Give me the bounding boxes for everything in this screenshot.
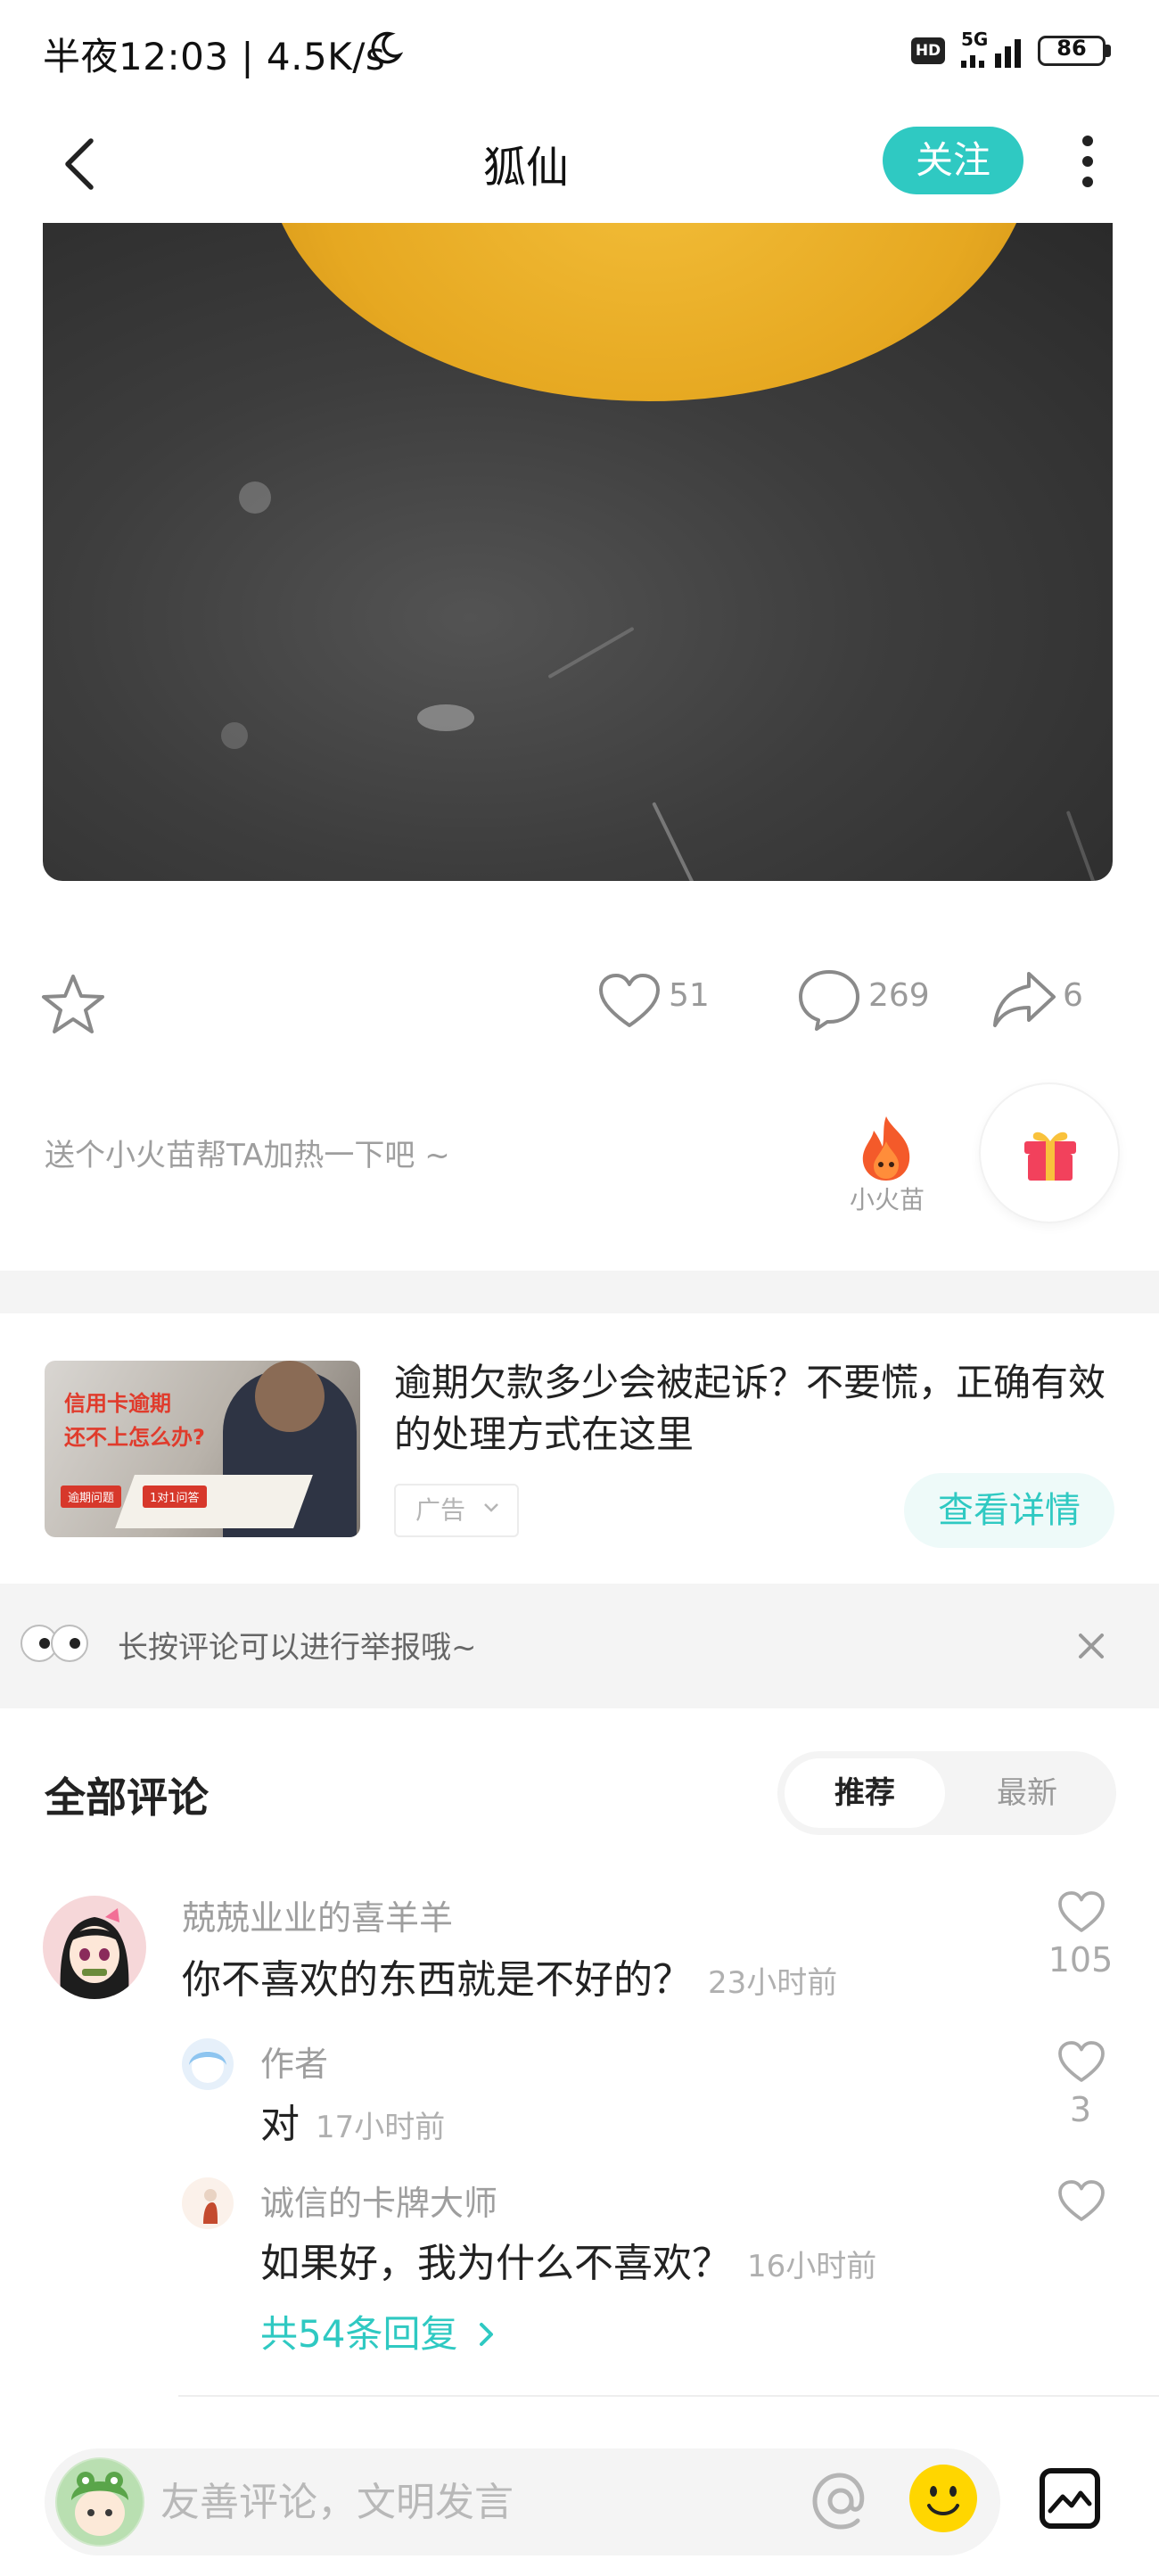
reply-text: 如果好，我为什么不喜欢？ xyxy=(260,2241,731,2286)
nav-bar: 狐仙 关注 xyxy=(0,105,1159,221)
emoji-icon[interactable] xyxy=(908,2463,979,2534)
divider xyxy=(178,2395,1159,2397)
flame-icon[interactable] xyxy=(856,1115,917,1182)
ad-image-chip-1: 逾期问题 xyxy=(61,1486,122,1508)
section-divider xyxy=(0,1271,1159,1313)
boost-prompt: 送个小火苗帮TA加热一下吧 ~ xyxy=(45,1138,450,1173)
ad-image-text-2: 还不上怎么办? xyxy=(64,1425,205,1450)
sort-latest-tab[interactable]: 最新 xyxy=(945,1758,1109,1828)
star-favorite-icon[interactable] xyxy=(39,972,107,1036)
avatar[interactable] xyxy=(182,2038,234,2090)
more-replies-link[interactable]: 共54条回复 xyxy=(260,2304,497,2358)
gift-icon xyxy=(1024,1132,1076,1181)
reply-text: 对 xyxy=(260,2102,300,2147)
post-image[interactable] xyxy=(43,223,1113,881)
signal-icon xyxy=(961,39,1021,68)
post-actions: 51 269 6 xyxy=(0,954,1159,1043)
reply-username[interactable]: 作者 xyxy=(260,2037,328,2086)
comment-text: 你不喜欢的东西就是不好的？ xyxy=(182,1957,692,2003)
reply-body: 对 17小时前 xyxy=(260,2092,445,2149)
reply-time: 16小时前 xyxy=(747,2249,877,2284)
reply-body: 如果好，我为什么不喜欢？ 16小时前 xyxy=(260,2231,876,2288)
food-photo-subject xyxy=(266,223,1032,401)
ad-person-head xyxy=(255,1361,325,1432)
card-master-avatar-icon xyxy=(203,2189,218,2224)
author-avatar-icon xyxy=(189,2051,226,2083)
status-bar: 半夜12:03 | 4.5K/s HD 5G 86 xyxy=(0,0,1159,105)
heart-like-icon[interactable] xyxy=(1057,2179,1106,2222)
ad-image-text-1: 信用卡逾期 xyxy=(64,1391,171,1416)
avatar[interactable] xyxy=(43,1896,146,1999)
anime-girl-avatar-icon xyxy=(60,1908,129,1999)
comment-input[interactable] xyxy=(160,2475,785,2529)
flame-label: 小火苗 xyxy=(849,1185,925,1214)
more-options-icon[interactable] xyxy=(1077,132,1098,191)
comment-time: 23小时前 xyxy=(708,1965,838,2001)
at-mention-icon[interactable] xyxy=(810,2470,872,2532)
image-picker-icon[interactable] xyxy=(1038,2466,1102,2531)
battery-tip xyxy=(1106,45,1111,57)
frog-avatar-icon xyxy=(57,2459,143,2545)
comment-body: 你不喜欢的东西就是不好的？ 23小时前 xyxy=(182,1947,837,2004)
ad-title[interactable]: 逾期欠款多少会被起诉？不要慌，正确有效的处理方式在这里 xyxy=(394,1357,1116,1461)
ad-image-chip-2: 1对1问答 xyxy=(143,1486,207,1508)
heart-like-icon[interactable] xyxy=(597,972,662,1029)
moon-icon xyxy=(371,31,403,64)
report-tip-text: 长按评论可以进行举报哦~ xyxy=(118,1630,477,1666)
avatar[interactable] xyxy=(182,2177,234,2229)
comments-title: 全部评论 xyxy=(45,1774,209,1822)
heart-like-icon[interactable] xyxy=(1057,1890,1106,1933)
reply-time: 17小时前 xyxy=(316,2110,446,2145)
comment-bubble-icon[interactable] xyxy=(797,968,861,1031)
report-tip-bar: 长按评论可以进行举报哦~ xyxy=(0,1584,1159,1708)
chevron-right-icon xyxy=(479,2323,493,2346)
boost-row: 送个小火苗帮TA加热一下吧 ~ 小火苗 xyxy=(0,1079,1159,1222)
ad-detail-button[interactable]: 查看详情 xyxy=(904,1473,1114,1548)
eyes-icon xyxy=(21,1625,88,1662)
chevron-down-icon xyxy=(484,1503,498,1512)
reply-like-count: 3 xyxy=(1069,2090,1092,2129)
my-avatar[interactable] xyxy=(55,2457,144,2547)
share-count: 6 xyxy=(1063,977,1083,1014)
like-count: 51 xyxy=(669,977,710,1014)
comment-username[interactable]: 兢兢业业的喜羊羊 xyxy=(182,1890,453,1939)
comment-like-count: 105 xyxy=(1048,1940,1114,1979)
more-replies-label: 共54条回复 xyxy=(260,2312,458,2356)
close-icon[interactable] xyxy=(1075,1630,1107,1662)
sort-recommend-tab[interactable]: 推荐 xyxy=(785,1758,945,1828)
ad-image[interactable]: 信用卡逾期 还不上怎么办? 逾期问题 1对1问答 xyxy=(45,1361,360,1537)
heart-like-icon[interactable] xyxy=(1057,2040,1106,2083)
comment-count: 269 xyxy=(868,977,930,1014)
battery-level: 86 xyxy=(1056,36,1087,61)
follow-button[interactable]: 关注 xyxy=(883,127,1023,194)
hd-badge: HD xyxy=(911,37,945,64)
reply-username[interactable]: 诚信的卡牌大师 xyxy=(260,2176,497,2225)
status-time-speed: 半夜12:03 | 4.5K/s xyxy=(43,35,386,78)
share-arrow-icon[interactable] xyxy=(991,968,1057,1031)
